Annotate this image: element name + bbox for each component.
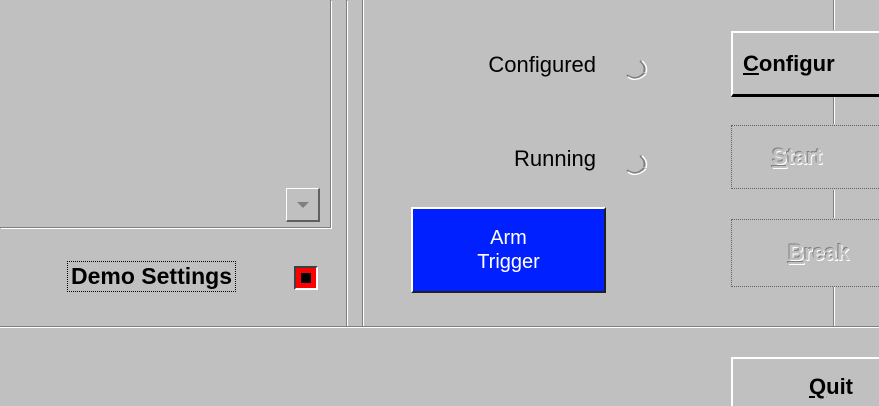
demo-settings-checkbox-label[interactable]: Demo Settings — [66, 261, 237, 292]
connector-line — [833, 96, 834, 124]
demo-panel: Demo Settings — [0, 0, 347, 327]
configured-spinner-icon — [626, 60, 648, 81]
connector-line — [833, 287, 834, 327]
application-window: Demo Settings Configured Running Configu… — [0, 0, 879, 406]
configure-label: onfigur — [758, 50, 835, 76]
arm-trigger-label-line1: Arm — [490, 227, 527, 249]
quit-accel-letter: Q — [809, 374, 827, 399]
start-button[interactable]: Start — [731, 125, 879, 189]
indicator-center — [301, 273, 311, 283]
quit-label: uit — [826, 374, 854, 399]
configure-button[interactable]: Configur — [731, 31, 879, 97]
quit-button[interactable]: Quit — [731, 357, 879, 406]
break-label: reak — [803, 240, 850, 265]
start-accel-letter: S — [772, 144, 787, 169]
arm-trigger-label-line2: Trigger — [477, 251, 540, 273]
configured-label: Configured — [488, 52, 596, 77]
running-spinner-icon — [626, 155, 648, 176]
start-label: tart — [786, 144, 823, 169]
scroll-down-button[interactable] — [286, 188, 320, 222]
arm-trigger-button[interactable]: Arm Trigger — [411, 207, 606, 293]
break-button[interactable]: Break — [731, 219, 879, 287]
demo-settings-indicator[interactable] — [294, 266, 318, 290]
configure-accel-letter: C — [743, 50, 759, 76]
break-accel-letter: B — [788, 240, 804, 265]
demo-list-area[interactable] — [0, 0, 331, 228]
horizontal-divider — [0, 326, 879, 327]
running-label: Running — [514, 146, 596, 171]
connector-line — [833, 0, 834, 30]
connector-line — [833, 190, 834, 218]
chevron-down-icon — [296, 201, 309, 208]
